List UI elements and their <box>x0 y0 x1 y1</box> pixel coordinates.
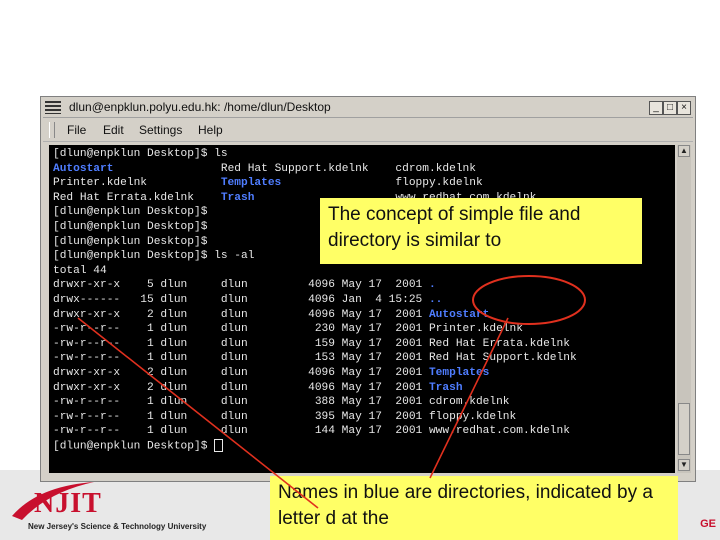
directory-name: Trash <box>220 191 255 204</box>
terminal-text: drwxr-xr-x 2 dlun dlun 4096 May 17 2001 <box>53 367 429 379</box>
terminal-line: [dlun@enpklun Desktop]$ ls -al <box>53 249 254 264</box>
terminal-line: [dlun@enpklun Desktop]$ <box>53 235 207 250</box>
terminal-text: -rw-r--r-- 1 dlun dlun 153 May 17 2001 R… <box>53 352 577 365</box>
directory-name: .. <box>428 294 443 306</box>
terminal-text: Red Hat Support.kdelnk cdrom.kdelnk <box>113 162 476 175</box>
terminal-text: floppy.kdelnk <box>281 177 483 190</box>
terminal-line: [dlun@enpklun Desktop]$ <box>53 439 224 454</box>
tagline: New Jersey's Science & Technology Univer… <box>28 522 207 531</box>
terminal-line: -rw-r--r-- 1 dlun dlun 395 May 17 2001 f… <box>53 410 516 425</box>
terminal-text: -rw-r--r-- 1 dlun dlun 144 May 17 2001 w… <box>53 425 570 438</box>
menu-bar: File Edit Settings Help <box>43 119 693 142</box>
terminal-line: drwxr-xr-x 2 dlun dlun 4096 May 17 2001 … <box>53 308 489 323</box>
scrollbar[interactable]: ▲ ▼ <box>677 145 691 473</box>
terminal-output[interactable]: [dlun@enpklun Desktop]$ ls Autostart Red … <box>49 145 675 473</box>
terminal-text: -rw-r--r-- 1 dlun dlun 230 May 17 2001 P… <box>53 323 523 336</box>
window-menu-icon[interactable] <box>45 101 61 114</box>
terminal-line: Printer.kdelnk Templates floppy.kdelnk <box>53 176 483 191</box>
directory-name: Trash <box>428 381 463 394</box>
terminal-text: -rw-r--r-- 1 dlun dlun 159 May 17 2001 R… <box>53 337 570 350</box>
title-bar[interactable]: dlun@enpklun.polyu.edu.hk: /home/dlun/De… <box>43 99 693 118</box>
logo-text: NJIT <box>34 488 102 519</box>
directory-name: Autostart <box>53 162 114 175</box>
menu-settings[interactable]: Settings <box>139 123 182 137</box>
callout-concept: The concept of simple file and directory… <box>320 198 642 264</box>
terminal-line: drwxr-xr-x 5 dlun dlun 4096 May 17 2001 … <box>53 278 436 293</box>
terminal-text: drwxr-xr-x 5 dlun dlun 4096 May 17 2001 <box>53 279 429 292</box>
menu-edit[interactable]: Edit <box>103 123 124 137</box>
cursor-icon <box>214 439 224 452</box>
scroll-thumb[interactable] <box>678 403 690 455</box>
terminal-text: [dlun@enpklun Desktop]$ <box>53 440 215 453</box>
terminal-text: [dlun@enpklun Desktop]$ ls <box>53 148 228 160</box>
terminal-text: Printer.kdelnk <box>53 177 221 190</box>
menubar-grip-icon[interactable] <box>49 122 55 138</box>
terminal-text: -rw-r--r-- 1 dlun dlun 395 May 17 2001 f… <box>53 410 517 423</box>
maximize-button[interactable]: □ <box>663 101 677 115</box>
terminal-line: drwx------ 15 dlun dlun 4096 Jan 4 15:25… <box>53 293 442 308</box>
terminal-line: -rw-r--r-- 1 dlun dlun 153 May 17 2001 R… <box>53 351 577 366</box>
terminal-window: dlun@enpklun.polyu.edu.hk: /home/dlun/De… <box>40 96 696 482</box>
scroll-down-icon[interactable]: ▼ <box>678 459 690 471</box>
minimize-button[interactable]: _ <box>649 101 663 115</box>
terminal-line: drwxr-xr-x 2 dlun dlun 4096 May 17 2001 … <box>53 381 463 396</box>
terminal-text: drwxr-xr-x 2 dlun dlun 4096 May 17 2001 <box>53 308 429 321</box>
terminal-text: [dlun@enpklun Desktop]$ <box>53 235 208 248</box>
directory-name: . <box>428 279 436 292</box>
terminal-line: -rw-r--r-- 1 dlun dlun 230 May 17 2001 P… <box>53 322 523 337</box>
terminal-line: total 44 <box>53 264 107 279</box>
terminal-line: [dlun@enpklun Desktop]$ <box>53 220 207 235</box>
terminal-text: drwx------ 15 dlun dlun 4096 Jan 4 15:25 <box>53 294 429 306</box>
terminal-line: -rw-r--r-- 1 dlun dlun 159 May 17 2001 R… <box>53 337 570 352</box>
menu-file[interactable]: File <box>67 123 86 137</box>
window-title: dlun@enpklun.polyu.edu.hk: /home/dlun/De… <box>69 100 331 114</box>
terminal-line: Autostart Red Hat Support.kdelnk cdrom.k… <box>53 162 476 177</box>
terminal-line: -rw-r--r-- 1 dlun dlun 144 May 17 2001 w… <box>53 424 570 439</box>
terminal-text: Red Hat Errata.kdelnk <box>53 191 221 204</box>
callout-directories: Names in blue are directories, indicated… <box>270 476 678 540</box>
terminal-line: drwxr-xr-x 2 dlun dlun 4096 May 17 2001 … <box>53 366 489 381</box>
terminal-line: [dlun@enpklun Desktop]$ <box>53 205 207 220</box>
directory-name: Templates <box>220 177 282 190</box>
directory-name: Autostart <box>428 308 490 321</box>
terminal-line: -rw-r--r-- 1 dlun dlun 388 May 17 2001 c… <box>53 395 510 410</box>
terminal-text: [dlun@enpklun Desktop]$ ls -al <box>53 250 255 263</box>
terminal-text: [dlun@enpklun Desktop]$ <box>53 221 208 233</box>
terminal-text: [dlun@enpklun Desktop]$ <box>53 206 208 219</box>
scroll-up-icon[interactable]: ▲ <box>678 145 690 157</box>
directory-name: Templates <box>428 367 490 379</box>
terminal-text: total 44 <box>53 264 107 277</box>
menu-help[interactable]: Help <box>198 123 223 137</box>
terminal-line: [dlun@enpklun Desktop]$ ls <box>53 147 228 162</box>
terminal-text: drwxr-xr-x 2 dlun dlun 4096 May 17 2001 <box>53 381 429 394</box>
banner-edge-text: GE <box>700 518 716 530</box>
close-button[interactable]: × <box>677 101 691 115</box>
terminal-text: -rw-r--r-- 1 dlun dlun 388 May 17 2001 c… <box>53 396 510 409</box>
